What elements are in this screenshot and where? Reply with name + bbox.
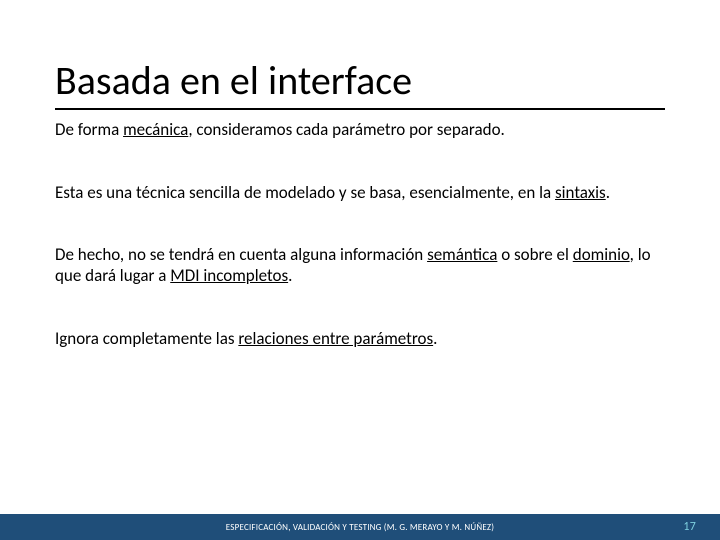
paragraph-1: De forma mecánica, consideramos cada par… [55,120,665,141]
text: Ignora completamente las [55,328,238,349]
paragraph-4: Ignora completamente las relaciones entr… [55,329,665,350]
paragraph-2: Esta es una técnica sencilla de modelado… [55,183,665,204]
footer-text: ESPECIFICACIÓN, VALIDACIÓN Y TESTING (M.… [226,522,494,533]
underline-text: MDI incompletos [170,265,288,286]
underline-text: relaciones entre parámetros [238,328,433,349]
page-number: 17 [683,520,696,534]
text: , consideramos cada parámetro por separa… [188,119,505,140]
text: De forma [55,119,123,140]
slide-title: Basada en el interface [55,60,665,102]
paragraph-3: De hecho, no se tendrá en cuenta alguna … [55,245,665,286]
title-rule [55,108,665,110]
slide-body: De forma mecánica, consideramos cada par… [55,120,665,350]
text: Esta es una técnica sencilla de modelado… [55,182,555,203]
underline-text: mecánica [123,119,188,140]
text: De hecho, no se tendrá en cuenta alguna … [55,244,427,265]
slide: Basada en el interface De forma mecánica… [0,0,720,540]
text: o sobre el [497,244,572,265]
text: . [606,182,610,203]
underline-text: semántica [427,244,497,265]
text: . [288,265,292,286]
underline-text: sintaxis [555,182,606,203]
underline-text: dominio [573,244,630,265]
footer-bar: ESPECIFICACIÓN, VALIDACIÓN Y TESTING (M.… [0,514,720,540]
text: . [433,328,437,349]
